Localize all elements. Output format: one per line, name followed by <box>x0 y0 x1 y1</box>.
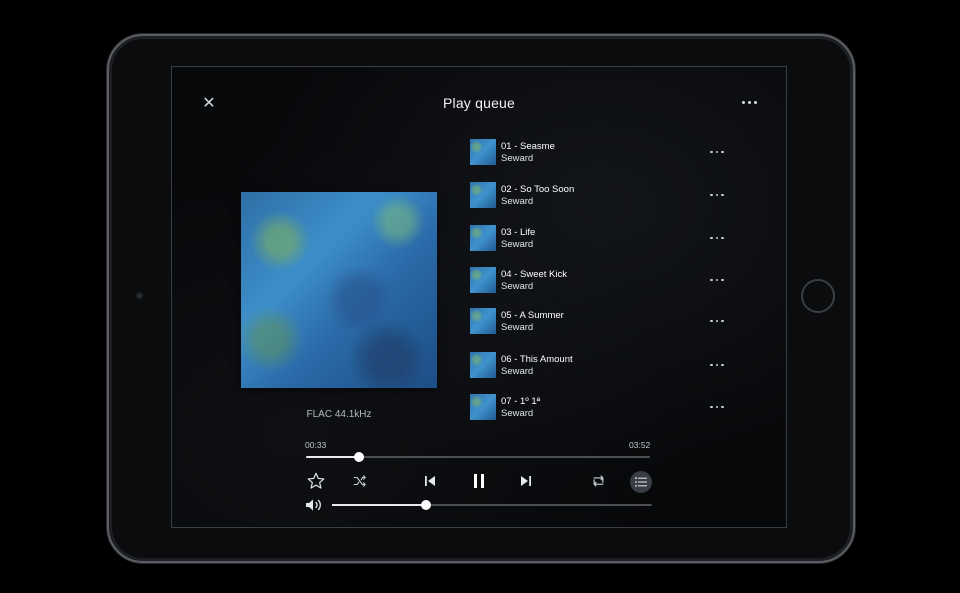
track-title: 02 - So Too Soon <box>501 184 575 195</box>
audio-format-label: FLAC 44.1kHz <box>306 409 372 420</box>
queue-item[interactable]: 07 - 1º 1ª Seward <box>470 394 740 422</box>
volume-slider-fill <box>332 504 427 506</box>
skip-next-icon[interactable] <box>518 474 534 488</box>
track-thumbnail <box>470 352 496 378</box>
track-title: 05 - A Summer <box>501 310 564 321</box>
star-icon[interactable] <box>305 470 327 492</box>
total-time: 03:52 <box>629 440 651 450</box>
queue-list-icon[interactable] <box>630 471 652 493</box>
track-thumbnail <box>470 225 496 251</box>
track-artist: Seward <box>501 238 534 250</box>
seek-handle[interactable] <box>354 452 365 462</box>
more-horizontal-icon[interactable] <box>710 188 724 202</box>
track-artist: Seward <box>501 365 534 377</box>
more-horizontal-icon[interactable] <box>710 400 724 414</box>
track-title: 06 - This Amount <box>501 354 573 365</box>
queue-item[interactable]: 06 - This Amount Seward <box>470 352 740 380</box>
more-horizontal-icon[interactable] <box>710 358 724 372</box>
home-button[interactable] <box>801 279 835 313</box>
more-horizontal-icon[interactable] <box>710 314 724 328</box>
pause-icon[interactable] <box>469 471 489 491</box>
track-title: 07 - 1º 1ª <box>501 396 541 407</box>
page-title: Play queue <box>442 95 516 111</box>
player-screen: ✕ Play queue FLAC 44.1kHz 01 - Seasme Se… <box>171 66 787 528</box>
queue-item[interactable]: 03 - Life Seward <box>470 225 740 253</box>
queue-item[interactable]: 01 - Seasme Seward <box>470 139 740 167</box>
track-artist: Seward <box>501 152 534 164</box>
shuffle-icon[interactable] <box>352 474 368 488</box>
front-camera <box>136 292 143 299</box>
track-thumbnail <box>470 139 496 165</box>
skip-previous-icon[interactable] <box>422 474 438 488</box>
more-horizontal-icon[interactable] <box>710 273 724 287</box>
volume-slider[interactable] <box>332 500 652 510</box>
queue-item[interactable]: 02 - So Too Soon Seward <box>470 182 740 210</box>
track-title: 01 - Seasme <box>501 141 555 152</box>
track-thumbnail <box>470 182 496 208</box>
track-artist: Seward <box>501 280 534 292</box>
track-title: 03 - Life <box>501 227 536 238</box>
elapsed-time: 00:33 <box>305 440 327 450</box>
more-horizontal-icon[interactable] <box>710 231 724 245</box>
more-horizontal-icon[interactable] <box>710 145 724 159</box>
volume-handle[interactable] <box>421 500 432 510</box>
track-thumbnail <box>470 394 496 420</box>
track-thumbnail <box>470 308 496 334</box>
seek-bar[interactable] <box>306 452 650 462</box>
queue-item[interactable]: 05 - A Summer Seward <box>470 308 740 336</box>
queue-item[interactable]: 04 - Sweet Kick Seward <box>470 267 740 295</box>
repeat-icon[interactable] <box>589 473 607 489</box>
album-artwork <box>241 192 437 388</box>
more-options-icon[interactable] <box>740 95 758 109</box>
track-title: 04 - Sweet Kick <box>501 269 567 280</box>
track-artist: Seward <box>501 195 534 207</box>
track-thumbnail <box>470 267 496 293</box>
track-artist: Seward <box>501 407 534 419</box>
track-artist: Seward <box>501 321 534 333</box>
volume-icon[interactable] <box>305 498 323 512</box>
seek-bar-fill <box>306 456 360 458</box>
